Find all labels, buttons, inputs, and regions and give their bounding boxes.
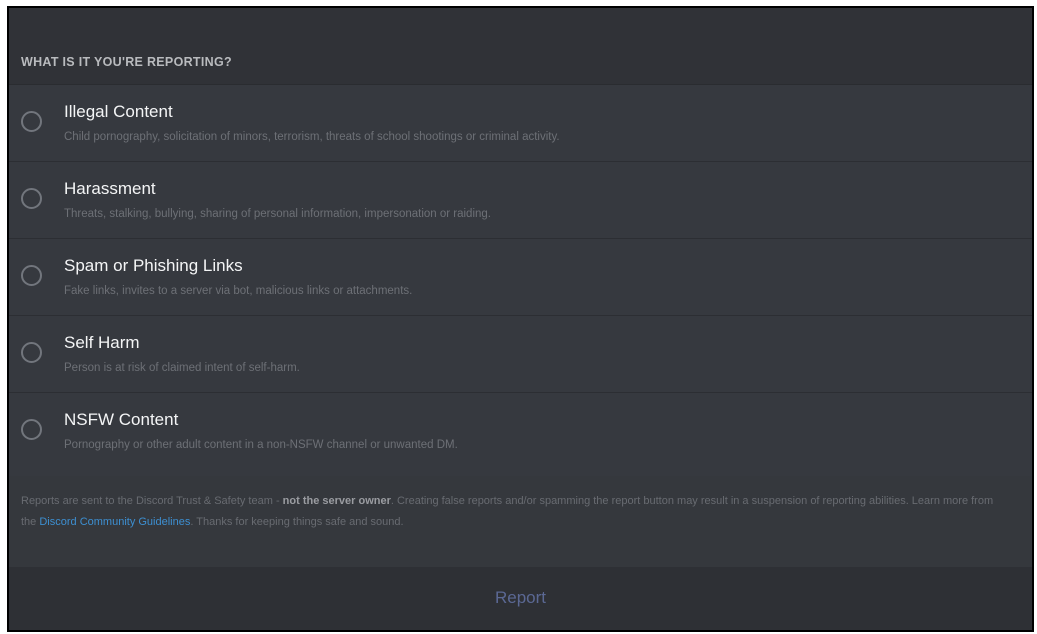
radio-icon[interactable] [21, 188, 42, 209]
option-description: Pornography or other adult content in a … [64, 439, 458, 451]
option-title: Spam or Phishing Links [64, 256, 243, 275]
notice-emphasis: not the server owner [282, 495, 391, 507]
option-description: Child pornography, solicitation of minor… [64, 131, 560, 143]
option-title: NSFW Content [64, 410, 179, 429]
radio-icon[interactable] [21, 342, 42, 363]
report-button[interactable]: Report [495, 588, 546, 608]
report-notice: Reports are sent to the Discord Trust & … [9, 476, 1032, 571]
option-spam-or-phishing[interactable]: Spam or Phishing Links Fake links, invit… [9, 239, 1032, 316]
report-dialog: WHAT IS IT YOU'RE REPORTING? Illegal Con… [7, 6, 1034, 632]
option-description: Person is at risk of claimed intent of s… [64, 362, 300, 374]
notice-text-part: Reports are sent to the Discord Trust & … [21, 495, 283, 507]
radio-icon[interactable] [21, 419, 42, 440]
option-description: Fake links, invites to a server via bot,… [64, 285, 413, 297]
dialog-footer: Report [9, 567, 1032, 630]
section-title: WHAT IS IT YOU'RE REPORTING? [21, 55, 232, 69]
option-title: Self Harm [64, 333, 140, 352]
radio-icon[interactable] [21, 265, 42, 286]
radio-icon[interactable] [21, 111, 42, 132]
option-nsfw-content[interactable]: NSFW Content Pornography or other adult … [9, 393, 1032, 470]
option-illegal-content[interactable]: Illegal Content Child pornography, solic… [9, 85, 1032, 162]
option-title: Harassment [64, 179, 156, 198]
dialog-header: WHAT IS IT YOU'RE REPORTING? [9, 8, 1032, 85]
option-title: Illegal Content [64, 102, 173, 121]
notice-text-part: . Thanks for keeping things safe and sou… [190, 516, 404, 528]
option-self-harm[interactable]: Self Harm Person is at risk of claimed i… [9, 316, 1032, 393]
report-options: Illegal Content Child pornography, solic… [9, 85, 1032, 470]
notice-text: Reports are sent to the Discord Trust & … [21, 491, 1011, 533]
option-harassment[interactable]: Harassment Threats, stalking, bullying, … [9, 162, 1032, 239]
community-guidelines-link[interactable]: Discord Community Guidelines [39, 516, 190, 528]
option-description: Threats, stalking, bullying, sharing of … [64, 208, 491, 220]
